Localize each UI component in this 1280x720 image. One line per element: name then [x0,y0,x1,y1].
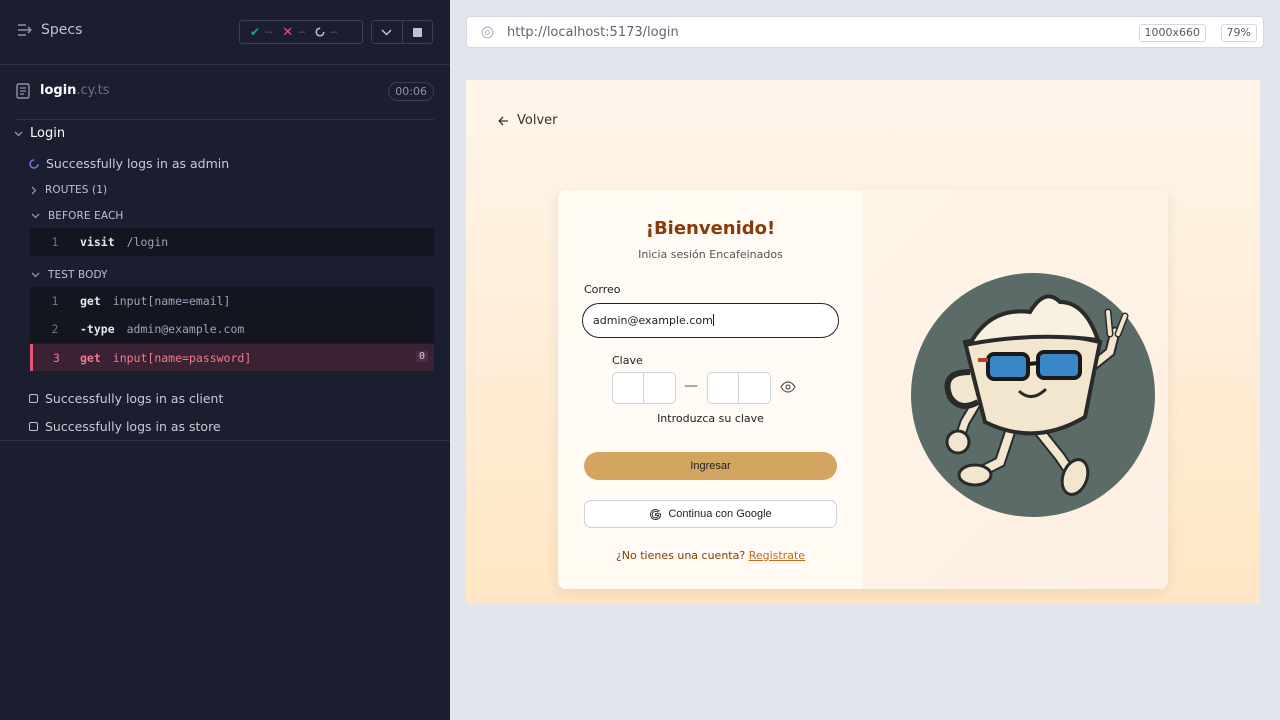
spec-file-name: login.cy.ts [40,83,110,98]
checkbox-icon [29,394,38,403]
eye-icon[interactable] [780,381,796,393]
command-row[interactable]: 1 visit /login [30,228,434,256]
login-button[interactable]: Ingresar [584,452,837,480]
checkbox-icon [29,422,38,431]
test-item[interactable]: Successfully logs in as client [29,391,223,406]
runner-header: Specs ✔ -- ✕ -- -- [0,0,450,65]
menu-collapse-icon [18,24,32,36]
chevron-down-icon [31,213,40,219]
spec-file-row: login.cy.ts 00:06 [16,65,434,120]
before-each-section[interactable]: BEFORE EACH [31,210,123,222]
chevron-down-icon [381,28,392,36]
app-preview: Volver ¡Bienvenido! Inicia sesión Encafe… [466,80,1260,604]
document-icon [16,83,30,99]
arrow-left-icon [498,116,508,125]
routes-section[interactable]: ROUTES (1) [31,184,107,196]
failed-command-row[interactable]: 3 get input[name=password] 0 [30,344,434,371]
login-form: ¡Bienvenido! Inicia sesión Encafeinados … [558,190,863,589]
check-icon: ✔ [250,25,261,39]
zoom-level: 79% [1220,24,1257,42]
password-digit-input[interactable] [644,372,676,404]
password-label: Clave [612,354,643,367]
text-caret [712,314,714,326]
illustration-panel [863,190,1168,589]
coffee-mascot-illustration [911,273,1155,517]
test-stats: ✔ -- ✕ -- -- [239,20,363,44]
stop-button[interactable] [401,21,433,43]
signup-prompt: ¿No tienes una cuenta? Registrate [615,549,806,562]
test-body-section[interactable]: TEST BODY [31,269,108,281]
spinner-icon [29,158,39,169]
pending-circle-icon [315,27,325,37]
globe-icon [481,26,494,39]
password-hint: Introduzca su clave [657,412,764,425]
page-title: ¡Bienvenido! [645,218,776,239]
google-login-button[interactable]: Continua con Google [584,500,837,528]
test-item[interactable]: Successfully logs in as admin [29,156,229,171]
password-group-1 [612,372,676,404]
passed-stat: ✔ -- [250,25,273,39]
specs-label: Specs [41,22,83,38]
viewport-size[interactable]: 1000x660 [1138,24,1206,42]
failed-stat: ✕ -- [282,24,306,40]
stop-icon [412,27,422,37]
runner-controls [371,20,433,44]
login-card: ¡Bienvenido! Inicia sesión Encafeinados … [558,190,1168,589]
command-row[interactable]: 2 -type admin@example.com [30,315,434,343]
x-icon: ✕ [282,24,294,40]
signup-link[interactable]: Registrate [749,549,805,562]
google-icon [650,508,662,520]
url-bar[interactable]: http://localhost:5173/login 1000x660 79% [466,16,1264,48]
command-row[interactable]: 1 get input[name=email] [30,287,434,315]
element-count-badge: 0 [415,351,428,362]
separator-dash: — [684,378,698,394]
expand-button[interactable] [372,21,402,43]
specs-toggle[interactable]: Specs [17,22,82,38]
chevron-down-icon [31,272,40,278]
pending-stat: -- [315,27,338,38]
page-subtitle: Inicia sesión Encafeinados [638,248,783,261]
password-digit-input[interactable] [739,372,771,404]
test-item[interactable]: Successfully logs in as store [29,419,221,434]
email-field[interactable]: admin@example.com [582,303,839,338]
chevron-down-icon [14,131,23,136]
divider [0,440,450,441]
spec-duration: 00:06 [388,82,434,101]
back-link[interactable]: Volver [498,113,558,128]
suite-title[interactable]: Login [14,126,65,141]
email-label: Correo [584,283,621,296]
runner-panel: Specs ✔ -- ✕ -- -- login.cy.ts 00:06 Login… [0,0,450,720]
password-group-2 [707,372,771,404]
password-digit-input[interactable] [612,372,644,404]
password-digit-input[interactable] [707,372,739,404]
chevron-right-icon [31,186,37,194]
url-text: http://localhost:5173/login [507,25,679,40]
